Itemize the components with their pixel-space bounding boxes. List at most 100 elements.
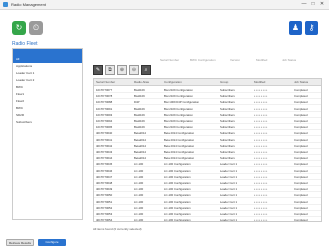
cell-alias: Bwi2109 [134, 125, 145, 130]
cell-modified: • • • • • • • • [254, 212, 268, 216]
cell-serial: 401TKT0042 [96, 143, 113, 148]
table-row[interactable]: 401TKT0041 Beta2014 Beta 2014 Configuratio… [94, 137, 321, 143]
cell-status: Completed [294, 150, 308, 154]
group-item[interactable]: Loader Cert 2 [13, 77, 82, 84]
cell-modified: • • • • • • • • [254, 187, 268, 192]
table-row[interactable]: 401TKT0052 LC-100 LC-100 Configuration Load… [94, 205, 321, 211]
cell-alias: LC-100 [134, 168, 144, 173]
user-button[interactable]: ♟ [289, 21, 302, 35]
copy-button[interactable]: ⧉ [105, 65, 115, 75]
cell-modified: • • • • • • • • [254, 181, 268, 185]
cell-status: Completed [294, 212, 308, 216]
cell-config: LC-100 Configuration [164, 187, 191, 192]
cell-config: Bwi 2109 Configuration [164, 94, 193, 99]
cell-serial: 101TKT0093 [96, 112, 113, 117]
cell-modified: • • • • • • • • [254, 150, 268, 154]
cell-modified: • • • • • • • • [254, 125, 268, 130]
cell-alias: LC-100 [134, 199, 144, 204]
table-row[interactable]: 401TKT0045 LC-100 LC-100 Configuration Load… [94, 161, 321, 168]
table-row[interactable]: 101TKT0094 Bwi2109 Bwi 2109 Configuration S… [94, 118, 321, 124]
table-row[interactable]: 401TKT0050 LC-100 LC-100 Configuration Load… [94, 192, 321, 199]
search-button[interactable]: ⌕ [141, 65, 151, 75]
col-alias[interactable]: Radio Alias [134, 80, 149, 84]
retrieve-results-button[interactable]: Retrieve Results [6, 239, 34, 246]
radio-grid: Serial Number Radio Alias Configuration … [93, 78, 322, 222]
person-icon: ♟ [291, 23, 300, 32]
table-row[interactable]: 401TKT0042 Beta2014 Beta 2014 Configuratio… [94, 143, 321, 149]
table-row[interactable]: 101TKT0077 Bwi2109 Bwi 2109 Configuration S… [94, 87, 321, 93]
cell-status: Completed [294, 119, 308, 123]
cell-modified: • • • • • • • • [254, 119, 268, 123]
col-status[interactable]: Job Status [294, 80, 308, 84]
table-row[interactable]: 101TKT0093 Bwi2109 Bwi 2109 Configuration S… [94, 112, 321, 118]
cell-modified: • • • • • • • • [254, 205, 268, 210]
table-row[interactable]: 401TKT0047 LC-100 LC-100 Configuration Load… [94, 174, 321, 180]
table-row[interactable]: 401TKT0043 Beta2014 Beta 2014 Configuratio… [94, 149, 321, 155]
cell-group: Loader Cert 1 [220, 168, 238, 173]
cell-group: Subscribers [220, 137, 235, 142]
cell-alias: LC-100 [134, 162, 144, 167]
add-button[interactable]: ⊕ [117, 65, 127, 75]
cell-modified: • • • • • • • • [254, 137, 268, 142]
cell-config: LC-100 Configuration [164, 205, 191, 210]
cell-config: LC-100 Configuration [164, 162, 191, 167]
table-row[interactable]: 401TKT0040 Beta2014 Beta 2014 Configuratio… [94, 130, 321, 137]
group-item[interactable]: BWC [13, 105, 82, 112]
cell-status: Completed [294, 131, 308, 136]
cell-modified: • • • • • • • • [254, 100, 268, 105]
cell-status: Completed [294, 94, 308, 99]
group-item[interactable]: Flow1 [13, 91, 82, 98]
cell-group: Loader Cert 1 [220, 174, 238, 179]
cell-status: Completed [294, 137, 308, 142]
cell-serial: 101TKT0094 [96, 119, 113, 123]
cell-config: Bwi 2109 Configuration [164, 106, 193, 111]
key-button[interactable]: ⚷ [305, 21, 318, 35]
cell-serial: 401TKT0045 [96, 162, 113, 167]
cell-config: LC-100 Configuration [164, 212, 191, 216]
cell-config: Bwi 1009 D4P Configuration [164, 100, 200, 105]
group-item[interactable]: Loader Cert 1 [13, 70, 82, 77]
cell-alias: Beta2014 [134, 131, 146, 136]
cell-modified: • • • • • • • • [254, 156, 268, 161]
grid-header: Serial Number Radio Alias Configuration … [94, 79, 321, 86]
col-group[interactable]: Group [220, 80, 228, 84]
cell-status: Completed [294, 174, 308, 179]
table-row[interactable]: 101TKT0095 Bwi2109 Bwi 2109 Configuration S… [94, 124, 321, 131]
group-item[interactable]: Flow2 [13, 98, 82, 105]
cell-status: Completed [294, 156, 308, 161]
remove-button[interactable]: ⊖ [129, 65, 139, 75]
configure-button[interactable]: Configure [38, 239, 66, 246]
maximize-button[interactable]: □ [309, 1, 317, 8]
group-item[interactable]: Subscribers [13, 119, 82, 126]
table-row[interactable]: 401TKT0054 LC-100 LC-100 Configuration Load… [94, 217, 321, 222]
table-row[interactable]: 101TKT0091 Bwi2109 Bwi 2109 Configuration S… [94, 106, 321, 112]
col-modified[interactable]: Modified [254, 80, 265, 84]
table-row[interactable]: 101TKT0078 Bwi2109 Bwi 2109 Configuration S… [94, 93, 321, 100]
table-row[interactable]: 401TKT0049 LC-100 LC-100 Configuration Load… [94, 186, 321, 193]
table-row[interactable]: 401TKT0044 Beta2014 Beta 2014 Configuratio… [94, 155, 321, 162]
minimize-button[interactable]: — [300, 1, 308, 8]
group-item[interactable]: All [13, 56, 82, 63]
edit-button[interactable]: ✎ [93, 65, 103, 75]
cell-serial: 101TKT0088 [96, 100, 113, 105]
refresh-button[interactable]: ↻ [12, 21, 26, 35]
table-row[interactable]: 401TKT0046 LC-100 LC-100 Configuration Load… [94, 168, 321, 174]
crumb-status: Job Status [282, 58, 297, 62]
col-config[interactable]: Configuration [164, 80, 182, 84]
group-item[interactable]: SD2R [13, 112, 82, 119]
col-serial[interactable]: Serial Number [96, 80, 115, 84]
cell-alias: LC-100 [134, 218, 144, 222]
cell-status: Completed [294, 112, 308, 117]
table-row[interactable]: 101TKT0088 D4P Bwi 1009 D4P Configuration S… [94, 99, 321, 106]
table-row[interactable]: 401TKT0053 LC-100 LC-100 Configuration Load… [94, 211, 321, 217]
close-button[interactable]: ✕ [318, 1, 326, 8]
table-row[interactable]: 401TKT0051 LC-100 LC-100 Configuration Load… [94, 199, 321, 205]
history-button[interactable]: ⏲ [29, 21, 43, 35]
table-row[interactable]: 401TKT0048 LC-100 LC-100 Configuration Load… [94, 180, 321, 186]
cell-alias: Bwi2109 [134, 88, 145, 92]
group-item[interactable]: Applications [13, 63, 82, 70]
group-item[interactable]: BWC [13, 84, 82, 91]
cell-serial: 101TKT0078 [96, 94, 113, 99]
cell-modified: • • • • • • • • [254, 88, 268, 92]
cell-group: Loader Cert 1 [220, 199, 238, 204]
